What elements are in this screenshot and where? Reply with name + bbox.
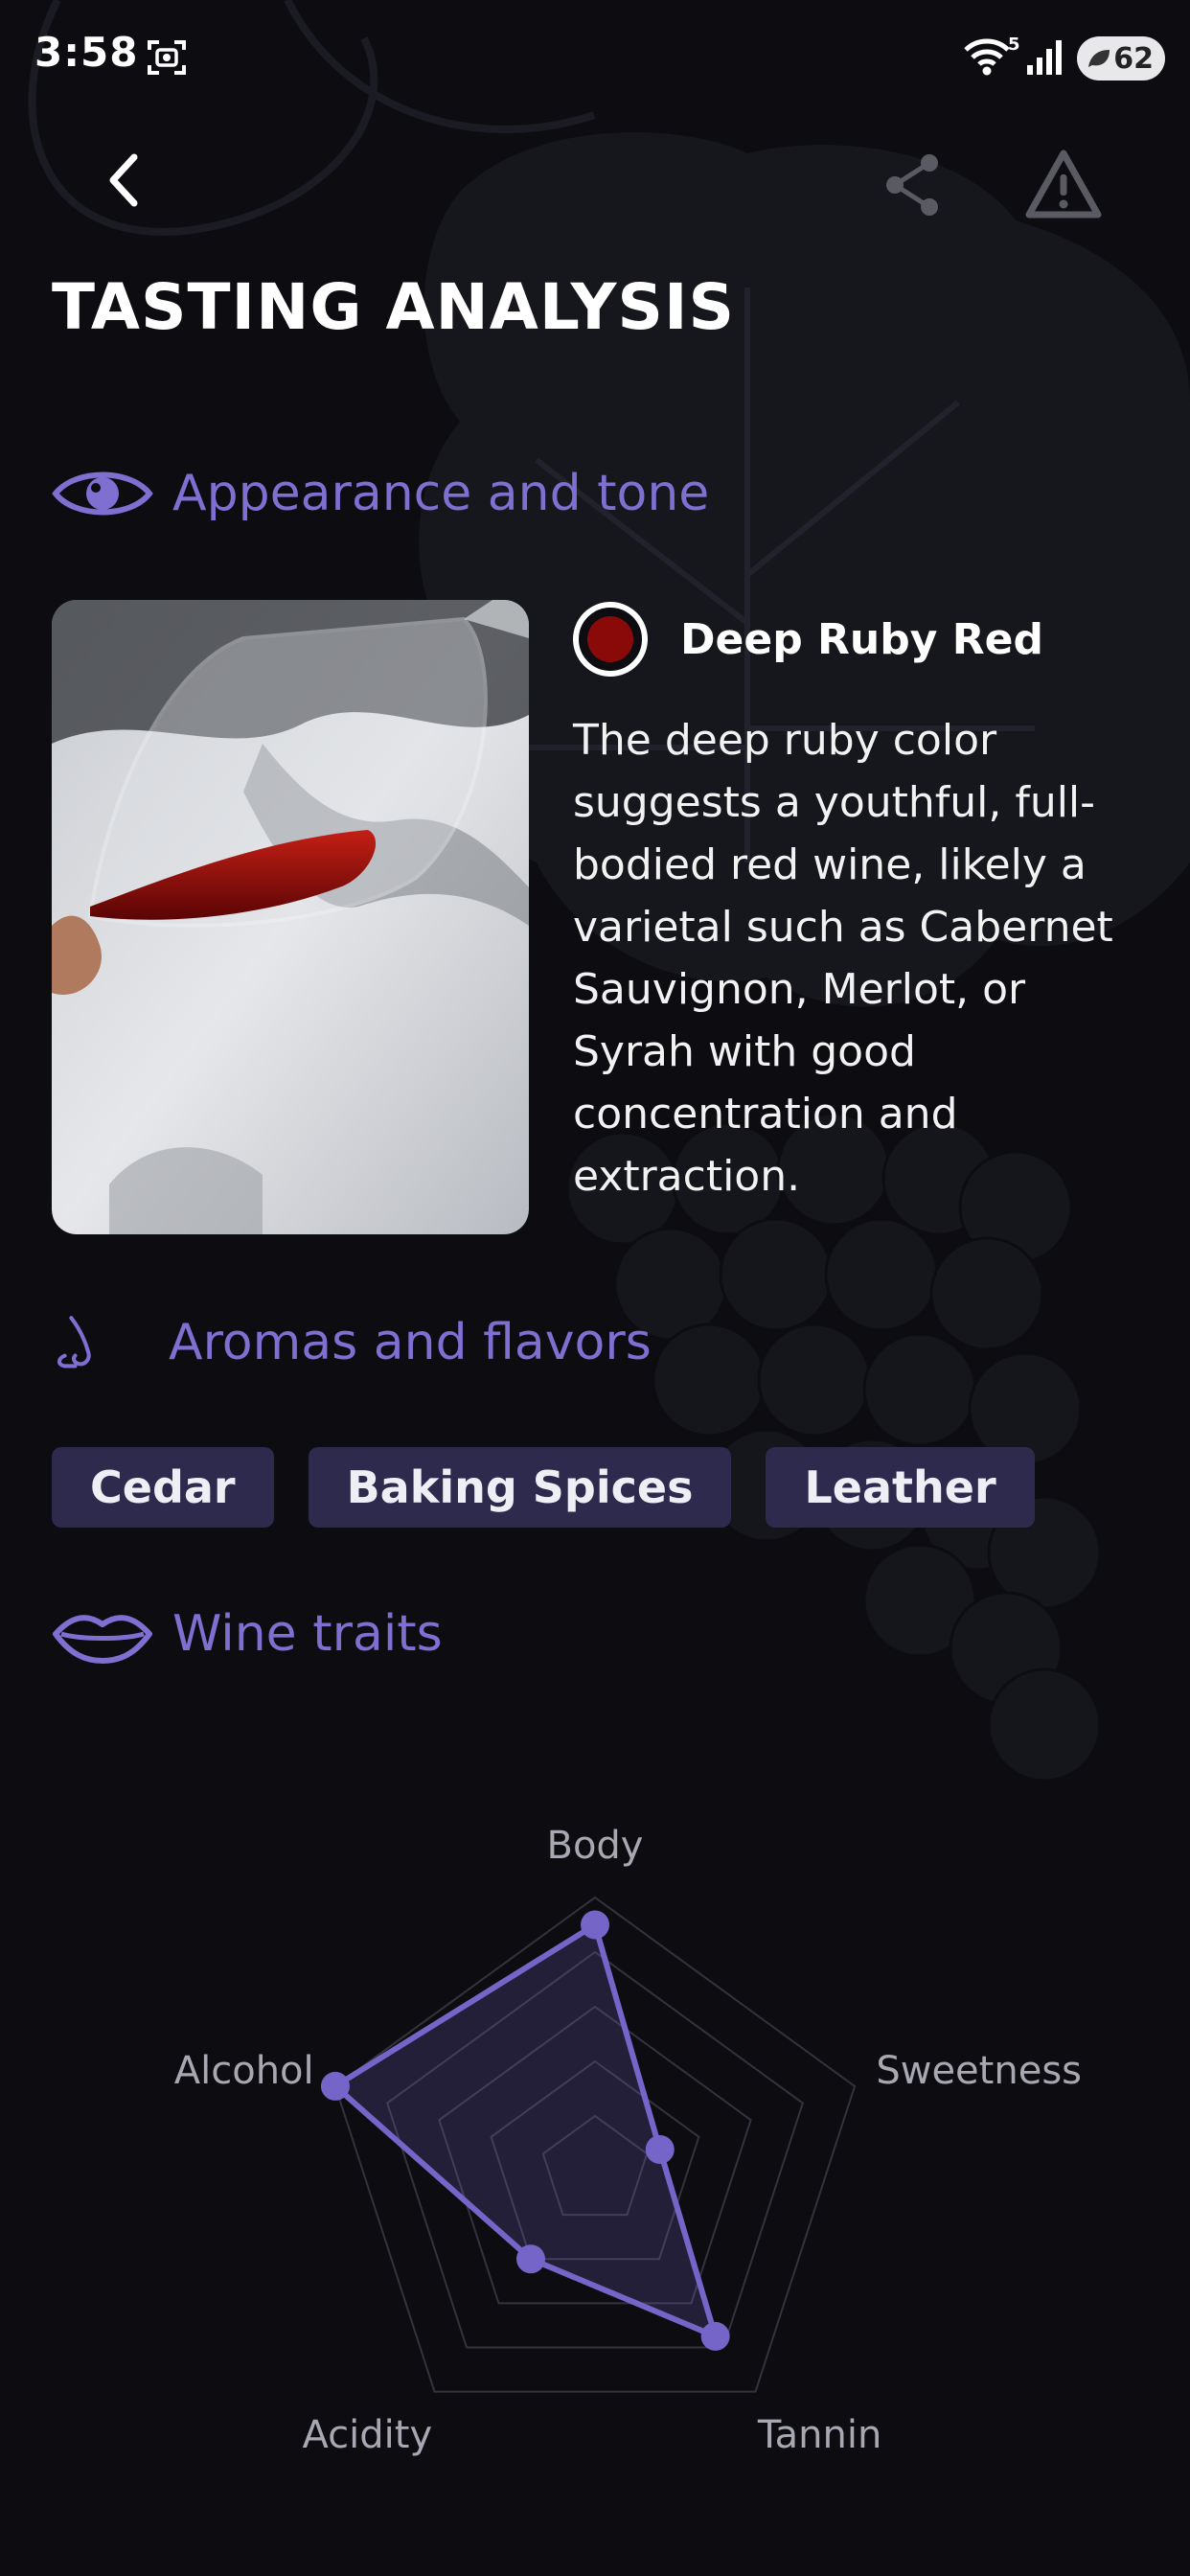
wine-glass-photo — [52, 600, 529, 1234]
radar-axis-label-sweetness: Sweetness — [876, 2049, 1082, 2093]
color-description: The deep ruby color suggests a youthful,… — [573, 716, 1113, 1201]
radar-point-sweetness — [645, 2134, 675, 2164]
color-swatch-fill — [587, 616, 633, 662]
traits-section-header: Wine traits — [52, 1591, 443, 1677]
eye-icon — [52, 472, 153, 516]
traits-section-label: Wine traits — [172, 1605, 443, 1663]
screen: 3:58 5 62 TASTING ANALYSIS Appearance an… — [0, 0, 1190, 2576]
radar-point-alcohol — [320, 2071, 350, 2101]
appearance-section-label: Appearance and tone — [172, 465, 710, 522]
warning-icon[interactable] — [1023, 148, 1104, 222]
aroma-tags: Cedar Baking Spices Leather — [52, 1447, 1069, 1528]
wine-traits-radar-chart: Body Sweetness Tannin Acidity Alcohol — [174, 1824, 1082, 2457]
nose-icon — [57, 1316, 91, 1368]
wifi-icon: 5 — [964, 34, 1019, 76]
svg-text:5: 5 — [1008, 34, 1019, 55]
color-name: Deep Ruby Red — [680, 614, 1043, 664]
lips-icon — [53, 1615, 152, 1664]
status-bar: 3:58 5 62 — [0, 0, 1190, 115]
radar-axis-label-tannin: Tannin — [757, 2413, 882, 2457]
radar-axis-label-acidity: Acidity — [303, 2413, 433, 2457]
radar-point-body — [581, 1910, 609, 1940]
radar-point-acidity — [515, 2244, 545, 2274]
aroma-tag: Cedar — [52, 1447, 274, 1528]
screen-record-icon — [148, 40, 186, 75]
radar-series — [320, 1910, 730, 2351]
aroma-tag: Baking Spices — [308, 1447, 732, 1528]
color-result: Deep Ruby Red — [573, 602, 1043, 677]
aromas-section-header: Aromas and flavors — [52, 1300, 652, 1386]
battery-indicator: 62 — [1077, 36, 1165, 80]
battery-saver-icon — [1088, 50, 1110, 67]
share-icon[interactable] — [880, 150, 947, 220]
radar-axis-label-body: Body — [547, 1824, 644, 1868]
radar-point-tannin — [700, 2321, 730, 2351]
page-title: TASTING ANALYSIS — [52, 270, 736, 344]
battery-level: 62 — [1113, 41, 1154, 76]
radar-series-area — [332, 1921, 719, 2339]
radar-axis-label-alcohol: Alcohol — [174, 2049, 314, 2093]
status-time: 3:58 — [34, 29, 139, 76]
signal-icon — [1027, 40, 1062, 75]
color-swatch — [573, 602, 648, 677]
chevron-left-icon[interactable] — [92, 142, 159, 218]
aromas-section-label: Aromas and flavors — [169, 1314, 652, 1371]
aroma-tag: Leather — [766, 1447, 1035, 1528]
appearance-section-header: Appearance and tone — [52, 450, 709, 537]
